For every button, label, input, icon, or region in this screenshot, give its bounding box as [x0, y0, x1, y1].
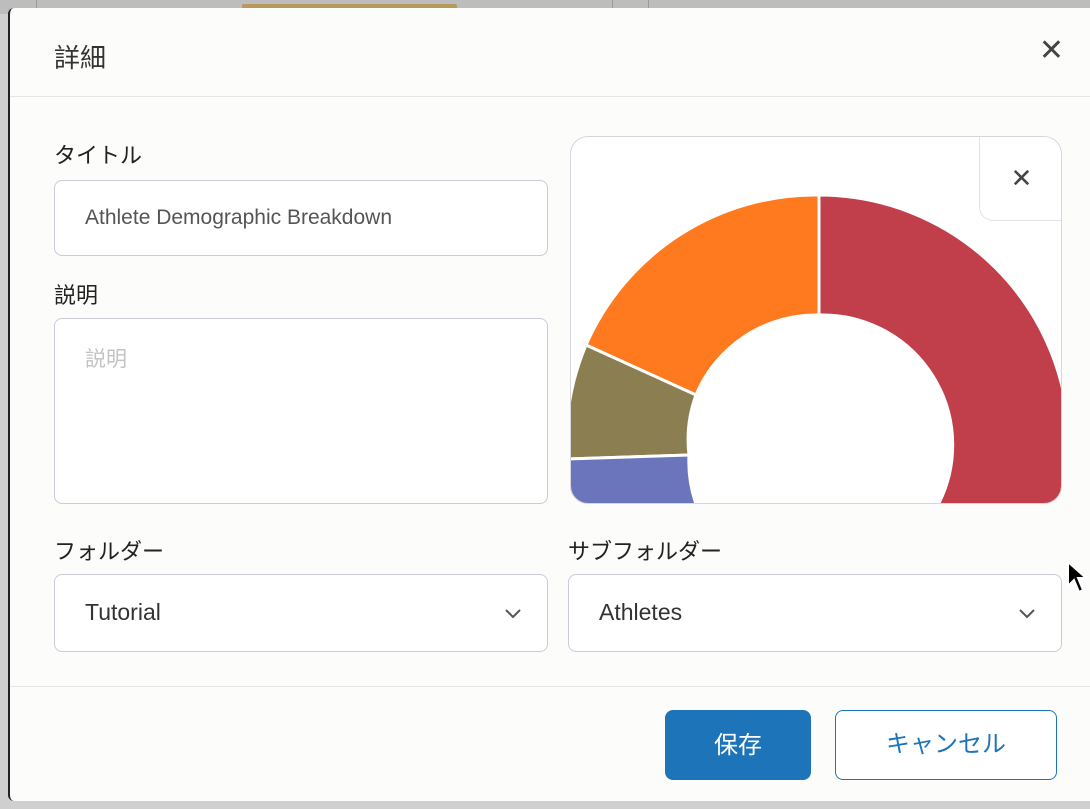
save-button[interactable]: 保存: [665, 710, 811, 780]
description-textarea[interactable]: 説明: [54, 318, 548, 504]
title-label: タイトル: [54, 144, 143, 169]
chart-preview: ✕: [570, 136, 1062, 504]
subfolder-value: Athletes: [599, 599, 683, 625]
details-dialog: 詳細 ✕ タイトル Athlete Demographic Breakdown …: [8, 8, 1090, 801]
folder-value: Tutorial: [85, 599, 161, 625]
dialog-title: 詳細: [54, 44, 107, 74]
subfolder-label: サブフォルダー: [568, 540, 723, 565]
description-placeholder: 説明: [85, 347, 127, 371]
description-label: 説明: [54, 284, 99, 309]
folder-label: フォルダー: [54, 540, 165, 565]
slice-red: [817, 193, 1061, 503]
close-icon[interactable]: ✕: [1039, 36, 1064, 66]
title-input[interactable]: Athlete Demographic Breakdown: [54, 180, 548, 256]
slice-blue: [571, 453, 698, 503]
cancel-button[interactable]: キャンセル: [835, 710, 1057, 780]
chevron-down-icon: [1019, 609, 1035, 619]
subfolder-select[interactable]: Athletes: [568, 574, 1062, 652]
mouse-cursor-icon: [1067, 560, 1089, 594]
remove-chart-icon[interactable]: ✕: [979, 137, 1061, 221]
footer-divider: [10, 686, 1090, 687]
folder-select[interactable]: Tutorial: [54, 574, 548, 652]
dialog-header: 詳細 ✕: [10, 8, 1090, 97]
chevron-down-icon: [505, 609, 521, 619]
